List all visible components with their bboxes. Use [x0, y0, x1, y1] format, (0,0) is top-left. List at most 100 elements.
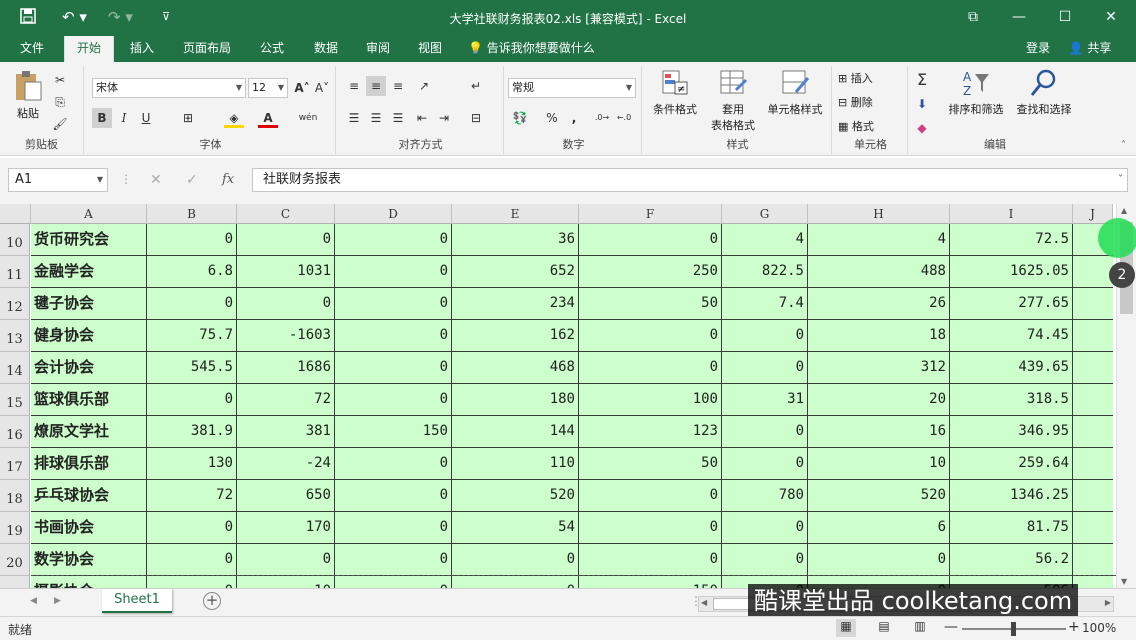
value-cell[interactable]: 0: [335, 256, 452, 288]
paste-button[interactable]: 粘贴: [8, 70, 48, 121]
autosum-icon[interactable]: Σ: [912, 70, 932, 90]
club-name-cell[interactable]: 金融学会: [31, 256, 147, 288]
value-cell[interactable]: 31: [722, 384, 808, 416]
value-cell[interactable]: 81.75: [950, 512, 1073, 544]
value-cell[interactable]: 0: [452, 576, 579, 588]
value-cell[interactable]: 0: [335, 384, 452, 416]
value-cell[interactable]: 72.5: [950, 224, 1073, 256]
borders-icon[interactable]: ⊞: [178, 108, 198, 128]
value-cell[interactable]: 0: [335, 224, 452, 256]
value-cell[interactable]: 0: [722, 448, 808, 480]
value-cell[interactable]: 520: [452, 480, 579, 512]
align-bottom-icon[interactable]: ≡: [388, 76, 408, 96]
value-cell[interactable]: 0: [147, 384, 237, 416]
value-cell[interactable]: 26: [808, 288, 950, 320]
tab-page-layout[interactable]: 页面布局: [174, 36, 240, 62]
align-top-icon[interactable]: ≡: [344, 76, 364, 96]
value-cell[interactable]: 20: [808, 384, 950, 416]
value-cell[interactable]: 170: [237, 512, 335, 544]
value-cell[interactable]: 545.5: [147, 352, 237, 384]
row-header[interactable]: 10: [0, 224, 30, 256]
decrease-indent-icon[interactable]: ⇤: [412, 108, 432, 128]
value-cell[interactable]: 0: [147, 544, 237, 576]
value-cell[interactable]: 0: [722, 544, 808, 576]
club-name-cell[interactable]: 燎原文学社: [31, 416, 147, 448]
value-cell[interactable]: 0: [147, 224, 237, 256]
value-cell[interactable]: [1073, 544, 1113, 576]
value-cell[interactable]: 468: [452, 352, 579, 384]
value-cell[interactable]: 54: [452, 512, 579, 544]
value-cell[interactable]: 381.9: [147, 416, 237, 448]
page-break-view-icon[interactable]: ▥: [910, 619, 930, 637]
find-select-button[interactable]: 查找和选择: [1010, 68, 1078, 117]
value-cell[interactable]: 36: [452, 224, 579, 256]
value-cell[interactable]: 18: [808, 320, 950, 352]
prev-sheet-icon[interactable]: ◀: [30, 596, 37, 606]
row-header[interactable]: 16: [0, 416, 30, 448]
scroll-right-icon[interactable]: ▶: [1105, 598, 1111, 607]
scroll-up-icon[interactable]: ▲: [1121, 206, 1127, 215]
row-header[interactable]: 14: [0, 352, 30, 384]
value-cell[interactable]: 0: [579, 352, 722, 384]
tab-review[interactable]: 审阅: [356, 36, 400, 62]
value-cell[interactable]: 0: [579, 480, 722, 512]
value-cell[interactable]: 0: [335, 352, 452, 384]
club-name-cell[interactable]: 摄影协会: [31, 576, 147, 588]
value-cell[interactable]: 822.5: [722, 256, 808, 288]
italic-button[interactable]: I: [114, 108, 134, 128]
value-cell[interactable]: 0: [335, 320, 452, 352]
value-cell[interactable]: 318.5: [950, 384, 1073, 416]
value-cell[interactable]: 520: [808, 480, 950, 512]
worksheet-grid[interactable]: ABCDEFGHIJ 10 货币研究会 0 0 0 36 0 4 4 72.5 11 金融学会 6.8 1…: [0, 204, 1116, 588]
underline-button[interactable]: U: [136, 108, 156, 128]
value-cell[interactable]: 0: [335, 512, 452, 544]
row-header[interactable]: 21: [0, 576, 30, 588]
value-cell[interactable]: -1603: [237, 320, 335, 352]
align-center-icon[interactable]: ☰: [366, 108, 386, 128]
value-cell[interactable]: [1073, 352, 1113, 384]
column-header-f[interactable]: F: [579, 204, 722, 224]
value-cell[interactable]: 1625.05: [950, 256, 1073, 288]
ribbon-display-icon[interactable]: ⧉: [958, 6, 988, 28]
fill-color-icon[interactable]: ◈: [224, 108, 244, 128]
collapse-ribbon-icon[interactable]: ˄: [1121, 140, 1126, 151]
value-cell[interactable]: 0: [808, 544, 950, 576]
percent-button[interactable]: %: [542, 108, 562, 128]
value-cell[interactable]: 0: [335, 288, 452, 320]
value-cell[interactable]: 123: [579, 416, 722, 448]
value-cell[interactable]: 4: [722, 224, 808, 256]
club-name-cell[interactable]: 数学协会: [31, 544, 147, 576]
value-cell[interactable]: 0: [579, 320, 722, 352]
increase-font-icon[interactable]: A˄: [292, 78, 312, 98]
wrap-text-icon[interactable]: ↵: [466, 76, 486, 96]
value-cell[interactable]: [1073, 416, 1113, 448]
club-name-cell[interactable]: 会计协会: [31, 352, 147, 384]
club-name-cell[interactable]: 货币研究会: [31, 224, 147, 256]
value-cell[interactable]: 0: [237, 288, 335, 320]
value-cell[interactable]: 277.65: [950, 288, 1073, 320]
row-header[interactable]: 18: [0, 480, 30, 512]
value-cell[interactable]: 162: [452, 320, 579, 352]
value-cell[interactable]: -24: [237, 448, 335, 480]
sort-filter-button[interactable]: AZ 排序和筛选: [944, 68, 1008, 117]
normal-view-icon[interactable]: ▦: [836, 619, 856, 637]
value-cell[interactable]: 0: [147, 576, 237, 588]
value-cell[interactable]: 56.2: [950, 544, 1073, 576]
column-header-g[interactable]: G: [722, 204, 808, 224]
value-cell[interactable]: 4: [808, 224, 950, 256]
row-header[interactable]: 11: [0, 256, 30, 288]
decrease-font-icon[interactable]: A˅: [312, 78, 332, 98]
row-header[interactable]: 13: [0, 320, 30, 352]
value-cell[interactable]: 16: [808, 416, 950, 448]
value-cell[interactable]: 7.4: [722, 288, 808, 320]
value-cell[interactable]: 259.64: [950, 448, 1073, 480]
zoom-slider[interactable]: [962, 622, 1066, 636]
sheet-tab-sheet1[interactable]: Sheet1: [102, 589, 172, 613]
value-cell[interactable]: 10: [237, 576, 335, 588]
column-header-b[interactable]: B: [147, 204, 237, 224]
value-cell[interactable]: 0: [147, 288, 237, 320]
decrease-decimal-icon[interactable]: ←.0: [614, 108, 634, 128]
format-as-table-button[interactable]: 套用 表格格式: [704, 68, 762, 133]
column-header-a[interactable]: A: [31, 204, 147, 224]
value-cell[interactable]: 0: [237, 224, 335, 256]
